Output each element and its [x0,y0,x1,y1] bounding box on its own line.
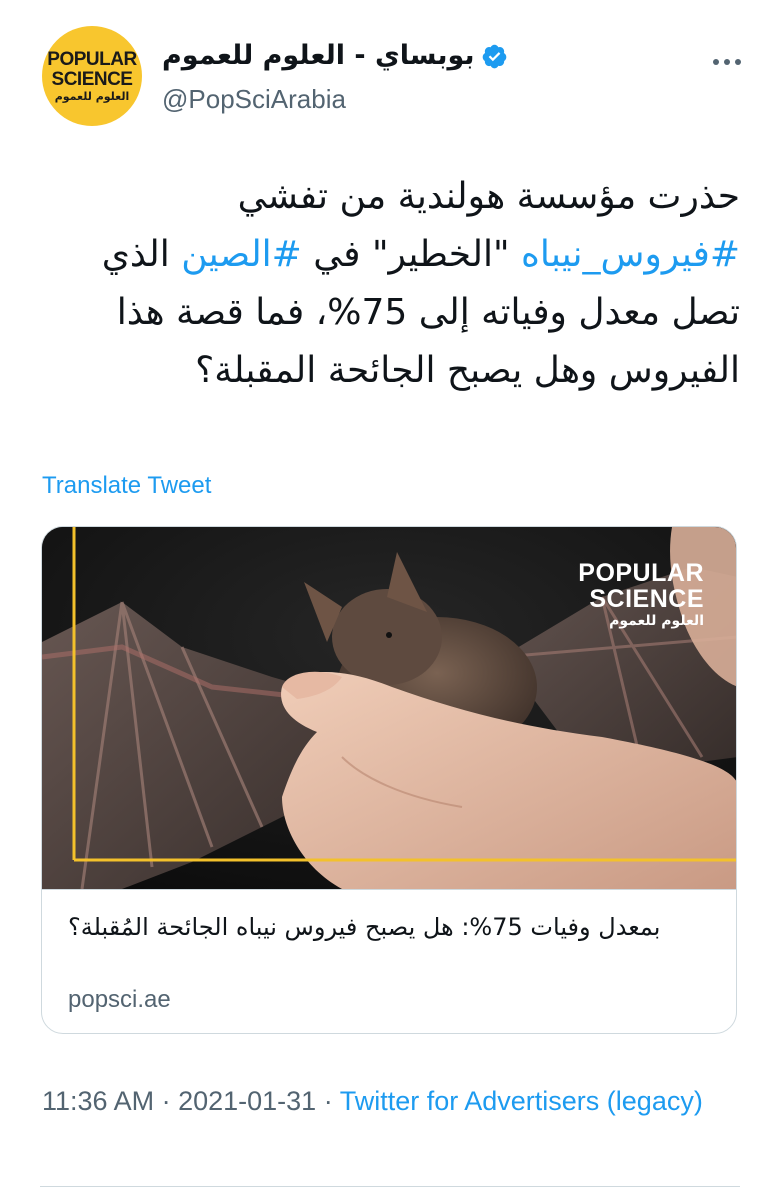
author-handle[interactable]: @PopSciArabia [162,84,346,115]
verified-badge-icon [481,43,508,70]
tweet-time[interactable]: 11:36 AM [42,1086,154,1116]
avatar-logo-line2: SCIENCE [51,68,133,90]
avatar[interactable]: POPULAR SCIENCE العلوم للعموم [42,26,142,126]
tweet-date[interactable]: 2021-01-31 [178,1086,316,1116]
hashtag-link[interactable]: #الصين [181,234,302,275]
tweet-text-part: "الخطير" في [301,234,521,275]
translate-tweet-link[interactable]: Translate Tweet [42,472,211,500]
meta-separator: · [316,1086,340,1116]
more-options-icon[interactable] [706,52,748,72]
more-dot [735,59,741,65]
more-dot [724,59,730,65]
divider [40,1186,740,1187]
tweet-source-link[interactable]: Twitter for Advertisers (legacy) [340,1086,703,1116]
avatar-logo-line3: العلوم للعموم [54,89,130,103]
card-domain[interactable]: popsci.ae [68,986,171,1014]
author-display-name[interactable]: بوبساي - العلوم للعموم [162,40,475,72]
avatar-logo-line1: POPULAR [47,48,137,70]
tweet-text-part: حذرت مؤسسة هولندية من تفشي [237,176,740,217]
card-brand-line1: POPULAR [578,559,704,587]
card-image[interactable]: POPULAR SCIENCE العلوم للعموم [42,527,736,889]
meta-separator: · [154,1086,179,1116]
card-brand-logo: POPULAR SCIENCE العلوم للعموم [578,559,704,629]
tweet-text: حذرت مؤسسة هولندية من تفشي #فيروس_نيباه … [40,168,740,400]
tweet-meta: 11:36 AM · 2021-01-31 · Twitter for Adve… [42,1080,742,1122]
hashtag-link[interactable]: #فيروس_نيباه [521,234,740,275]
more-dot [713,59,719,65]
tweet-header: POPULAR SCIENCE العلوم للعموم بوبساي - ا… [42,26,742,126]
card-brand-line3: العلوم للعموم [609,613,704,629]
author-name-row[interactable]: بوبساي - العلوم للعموم [162,40,508,72]
card-body[interactable]: بمعدل وفيات 75%: هل يصبح فيروس نيباه الج… [42,889,736,1033]
link-preview-card[interactable]: POPULAR SCIENCE العلوم للعموم بمعدل وفيا… [41,526,737,1034]
card-title[interactable]: بمعدل وفيات 75%: هل يصبح فيروس نيباه الج… [68,908,728,946]
card-brand-line2: SCIENCE [589,585,704,613]
